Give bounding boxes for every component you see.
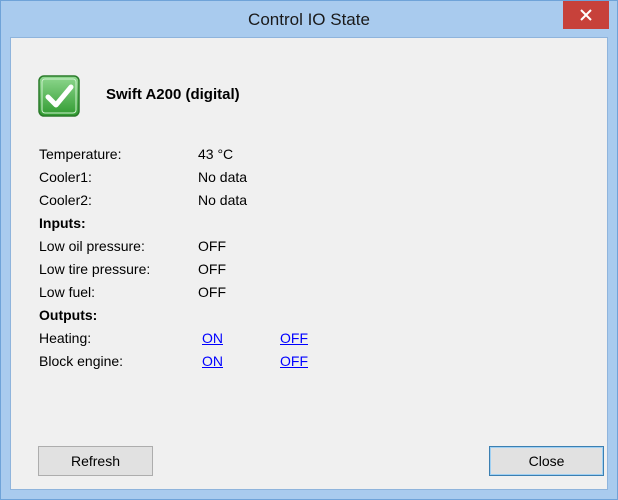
sensor-label: Cooler2: xyxy=(39,192,92,208)
output-label: Block engine: xyxy=(39,353,124,369)
dialog-body: Swift A200 (digital) Temperature: 43 °C … xyxy=(10,37,608,490)
sensor-label: Temperature: xyxy=(39,146,122,162)
heating-on-link[interactable]: ON xyxy=(202,327,223,349)
green-checkmark-icon xyxy=(38,75,80,117)
input-value: OFF xyxy=(198,238,226,254)
window-title: Control IO State xyxy=(248,10,370,29)
sensor-value: No data xyxy=(198,192,248,208)
block-engine-on-link[interactable]: ON xyxy=(202,350,223,372)
input-label: Low tire pressure: xyxy=(39,261,151,277)
close-button[interactable]: Close xyxy=(489,446,604,476)
window-close-button[interactable] xyxy=(563,1,609,29)
sensor-value: 43 °C xyxy=(198,146,234,162)
input-label: Low fuel: xyxy=(39,284,96,300)
output-row-heating: Heating: ON OFF xyxy=(39,327,599,349)
outputs-heading: Outputs: xyxy=(39,307,98,323)
output-row-block-engine: Block engine: ON OFF xyxy=(39,350,599,372)
input-label: Low oil pressure: xyxy=(39,238,145,254)
heating-off-link[interactable]: OFF xyxy=(280,327,308,349)
inputs-heading: Inputs: xyxy=(39,215,86,231)
block-engine-off-link[interactable]: OFF xyxy=(280,350,308,372)
sensor-value: No data xyxy=(198,169,248,185)
sensor-row-cooler2: Cooler2: No data xyxy=(39,189,599,211)
input-value: OFF xyxy=(198,261,226,277)
input-value: OFF xyxy=(198,284,226,300)
title-bar[interactable]: Control IO State xyxy=(1,1,617,37)
device-name: Swift A200 (digital) xyxy=(106,86,240,103)
output-label: Heating: xyxy=(39,330,92,346)
sensor-row-temperature: Temperature: 43 °C xyxy=(39,143,599,165)
close-icon xyxy=(580,9,592,21)
sensor-row-cooler1: Cooler1: No data xyxy=(39,166,599,188)
refresh-button[interactable]: Refresh xyxy=(38,446,153,476)
dialog-window: Control IO State Swift A200 (digital) Te… xyxy=(0,0,618,500)
input-row-low-fuel: Low fuel: OFF xyxy=(39,281,599,303)
input-row-low-oil-pressure: Low oil pressure: OFF xyxy=(39,235,599,257)
input-row-low-tire-pressure: Low tire pressure: OFF xyxy=(39,258,599,280)
sensor-label: Cooler1: xyxy=(39,169,92,185)
